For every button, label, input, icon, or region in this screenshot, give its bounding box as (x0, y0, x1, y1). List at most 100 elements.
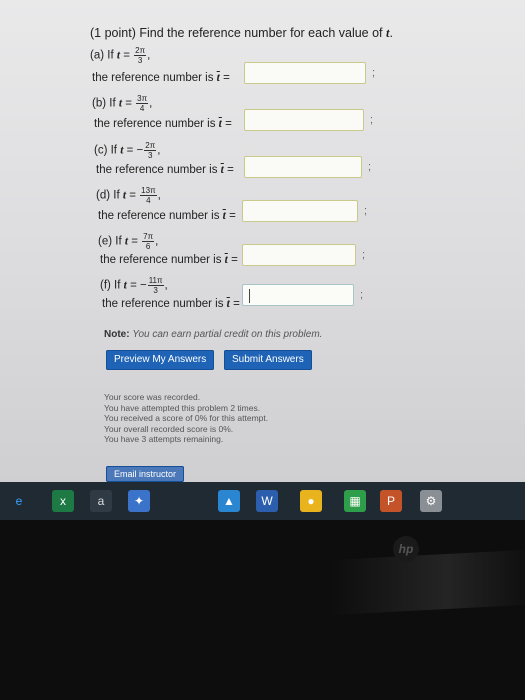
submit-answers-button[interactable]: Submit Answers (224, 350, 312, 370)
part-answer-prompt: the reference number is t = (98, 210, 236, 222)
t-bar: t (218, 118, 222, 130)
edge-icon[interactable]: e (8, 490, 30, 512)
email-instructor-button[interactable]: Email instructor (106, 466, 185, 482)
part-answer-prompt: the reference number is t = (102, 298, 240, 310)
semicolon: ; (364, 205, 368, 217)
t-bar: t (216, 72, 220, 84)
variable-t: t (124, 235, 129, 248)
score-line: Your score was recorded. (104, 392, 201, 402)
part-label: (d) If (96, 189, 120, 202)
score-summary: Your score was recorded. You have attempt… (104, 392, 268, 445)
equals-sign: = (233, 298, 240, 310)
problem-title-text: (1 point) Find the reference number for … (90, 26, 383, 40)
equals-sign: = (125, 97, 132, 110)
amazon-icon[interactable]: a (90, 490, 112, 512)
part-question: (b) If t = 3π 4, (92, 94, 152, 113)
screen-glare (330, 549, 525, 616)
fraction: 7π 6 (142, 232, 155, 251)
fraction-denominator: 4 (139, 104, 145, 113)
note: Note: You can earn partial credit on thi… (104, 329, 322, 340)
fraction-denominator: 3 (153, 286, 158, 295)
prompt-text: the reference number is (96, 164, 218, 176)
variable-t: t (118, 97, 123, 110)
monitor-bezel (0, 520, 525, 700)
settings-icon[interactable]: ⚙ (420, 490, 442, 512)
variable-t: t (120, 144, 124, 157)
sign: − (139, 279, 147, 292)
variable-t: t (123, 279, 127, 292)
comma: , (149, 97, 153, 110)
equals-sign: = (223, 72, 230, 84)
sign: − (136, 144, 144, 157)
note-text: You can earn partial credit on this prob… (132, 329, 323, 340)
prompt-text: the reference number is (102, 298, 224, 310)
equals-sign: = (229, 210, 236, 222)
answer-input[interactable] (244, 62, 366, 84)
fraction-numerator: 3π (136, 94, 149, 104)
comma: , (164, 279, 168, 292)
preview-answers-button[interactable]: Preview My Answers (106, 350, 215, 370)
comma: , (157, 189, 161, 202)
part-label: (f) If (100, 279, 121, 292)
prompt-text: the reference number is (94, 118, 216, 130)
fraction-numerator: 7π (142, 232, 155, 242)
semicolon: ; (360, 289, 364, 301)
screen: (1 point) Find the reference number for … (0, 0, 525, 482)
answer-input[interactable] (242, 284, 354, 306)
answer-input[interactable] (242, 200, 358, 222)
word-icon[interactable]: W (256, 490, 278, 512)
part-question: (f) If t = −11π 3, (100, 276, 168, 295)
chrome-icon[interactable]: ● (300, 490, 322, 512)
semicolon: ; (372, 67, 376, 79)
fraction: 13π 4 (140, 186, 157, 205)
t-bar: t (226, 298, 230, 310)
fraction-denominator: 4 (146, 196, 151, 205)
fraction-numerator: 2π (134, 46, 147, 56)
fraction: 11π 3 (147, 276, 164, 295)
powerpoint-icon[interactable]: P (380, 490, 402, 512)
comma: , (147, 49, 151, 62)
fraction-numerator: 13π (140, 186, 157, 196)
part-question: (a) If t = 2π 3, (90, 46, 150, 65)
semicolon: ; (368, 161, 372, 173)
part-answer-prompt: the reference number is t = (96, 164, 234, 176)
semicolon: ; (362, 249, 366, 261)
problem-page: (1 point) Find the reference number for … (74, 14, 494, 484)
prompt-text: the reference number is (98, 210, 220, 222)
score-line: You have 3 attempts remaining. (104, 434, 224, 444)
part-question: (d) If t = 13π 4, (96, 186, 161, 205)
fraction-numerator: 2π (144, 141, 157, 151)
photos-icon[interactable]: ▲ (218, 490, 240, 512)
t-bar: t (220, 164, 224, 176)
t-bar: t (222, 210, 226, 222)
answer-input[interactable] (244, 109, 364, 131)
t-bar: t (224, 254, 228, 266)
fraction-denominator: 3 (148, 151, 153, 160)
variable-t: t (116, 49, 121, 62)
note-label: Note: (104, 329, 130, 340)
part-answer-prompt: the reference number is t = (92, 72, 230, 84)
part-answer-prompt: the reference number is t = (94, 118, 232, 130)
text-caret (249, 289, 250, 303)
answer-input[interactable] (244, 156, 362, 178)
equals-sign: = (131, 235, 138, 248)
fraction: 3π 4 (136, 94, 149, 113)
prompt-text: the reference number is (92, 72, 214, 84)
prompt-text: the reference number is (100, 254, 222, 266)
part-question: (e) If t = 7π 6, (98, 232, 158, 251)
equals-sign: = (130, 279, 137, 292)
part-label: (b) If (92, 97, 116, 110)
semicolon: ; (370, 114, 374, 126)
taskbar: e x a ✦ ▲ W ● ▦ P ⚙ (0, 482, 525, 520)
excel-icon[interactable]: x (52, 490, 74, 512)
hp-logo: hp (393, 536, 419, 562)
equals-sign: = (126, 144, 134, 157)
dropbox-icon[interactable]: ✦ (128, 490, 150, 512)
score-line: You received a score of 0% for this atte… (104, 413, 269, 423)
store-icon[interactable]: ▦ (344, 490, 366, 512)
part-label: (c) If (94, 144, 117, 157)
fraction-numerator: 11π (147, 276, 164, 286)
equals-sign: = (231, 254, 238, 266)
fraction-denominator: 6 (145, 242, 151, 251)
answer-input[interactable] (242, 244, 356, 266)
